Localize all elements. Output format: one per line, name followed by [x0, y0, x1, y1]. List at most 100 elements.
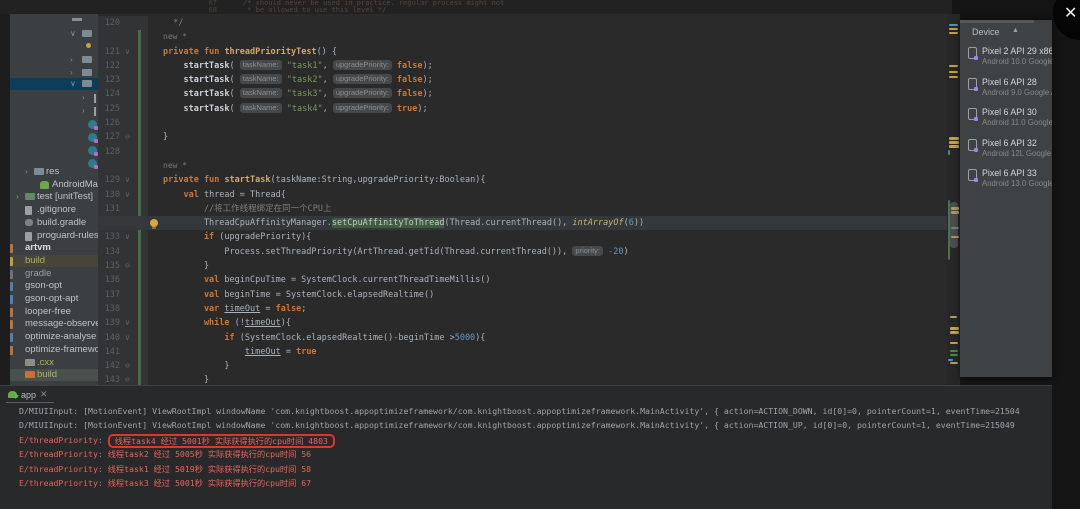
line-number: 121 [98, 45, 120, 59]
fold-expanded-icon[interactable]: ∨ [125, 230, 130, 244]
code-line[interactable]: while (!timeOut){ [163, 316, 947, 330]
code-editor[interactable]: 120121∨122123124125126127⊖128129∨130∨131… [98, 14, 947, 385]
chevron-right-icon[interactable]: › [82, 93, 85, 103]
chevron-right-icon[interactable]: › [25, 167, 28, 177]
tree-item-test-unittest-[interactable]: ›test [unitTest] [10, 191, 98, 203]
line-number: 137 [98, 288, 120, 302]
tree-row[interactable] [10, 131, 98, 143]
console-tab-app[interactable]: app ✕ [8, 388, 48, 401]
tree-item-res[interactable]: ›res [10, 166, 98, 178]
code-line[interactable]: Process.setThreadPriority(ArtThread.getT… [163, 245, 947, 259]
fold-collapse-icon[interactable]: ⊖ [125, 259, 130, 273]
tree-row[interactable]: › [10, 105, 98, 117]
chevron-down-icon[interactable]: ∨ [70, 29, 76, 39]
chevron-right-icon[interactable]: › [82, 106, 85, 116]
code-line[interactable]: } [163, 373, 947, 385]
tree-row[interactable] [10, 41, 98, 53]
tree-item-gson-opt-apt[interactable]: gson-opt-apt [10, 293, 98, 305]
device-item-pixel-2-api-29-x86-64[interactable]: Pixel 2 API 29 x86_64Android 10.0 Google… [960, 46, 1052, 74]
code-line[interactable]: val beginCpuTime = SystemClock.currentTh… [163, 273, 947, 287]
tree-row[interactable] [10, 118, 98, 130]
sort-ascending-icon[interactable]: ▲ [1012, 27, 1019, 34]
tree-row[interactable]: › [10, 92, 98, 104]
fold-collapse-icon[interactable]: ⊖ [125, 359, 130, 373]
tree-item-optimize-analyse[interactable]: optimize-analyse [10, 331, 98, 343]
code-line[interactable]: var timeOut = false; [163, 302, 947, 316]
fold-expanded-icon[interactable]: ∨ [125, 45, 130, 59]
device-column-header[interactable]: Device [972, 27, 1000, 37]
code-line[interactable]: timeOut = true [163, 345, 947, 359]
tree-item-build[interactable]: build [10, 369, 98, 381]
code-token: false [392, 89, 423, 99]
tree-item-gson-opt[interactable]: gson-opt [10, 280, 98, 292]
chevron-right-icon[interactable]: › [16, 192, 19, 202]
code-line[interactable]: startTask( taskName: "task1", upgradePri… [163, 59, 947, 73]
editor-code-area[interactable]: */new *private fun threadPriorityTest() … [148, 16, 947, 385]
scrollbar-thumb[interactable] [950, 202, 958, 248]
code-line[interactable]: //将工作线程绑定在同一个CPU上 [163, 202, 947, 216]
code-line[interactable]: } [163, 359, 947, 373]
chevron-right-icon[interactable]: › [70, 55, 73, 65]
chevron-down-icon[interactable]: ∨ [70, 79, 76, 89]
code-line[interactable]: val beginTime = SystemClock.elapsedRealt… [163, 288, 947, 302]
code-token: "task4" [282, 104, 323, 114]
code-line[interactable]: ThreadCpuAffinityManager.setCpuAffinityT… [163, 216, 947, 230]
fold-expanded-icon[interactable]: ∨ [125, 173, 130, 187]
fold-collapse-icon[interactable]: ⊖ [125, 373, 130, 385]
device-item-pixel-6-api-33[interactable]: Pixel 6 API 33Android 13.0 Google APIs [960, 168, 1052, 196]
tree-item-build[interactable]: build [10, 255, 98, 267]
inlay-row[interactable]: new * [163, 159, 947, 173]
log-tag: E/threadPriority: [19, 464, 108, 474]
code-line[interactable]: startTask( taskName: "task2", upgradePri… [163, 73, 947, 87]
code-line[interactable]: val thread = Thread{ [163, 188, 947, 202]
stripe-mark [949, 145, 959, 148]
error-stripe-scrollbar[interactable] [947, 14, 960, 385]
code-line[interactable]: private fun startTask(taskName:String,up… [163, 173, 947, 187]
device-item-pixel-6-api-30[interactable]: Pixel 6 API 30Android 11.0 Google APIs [960, 107, 1052, 135]
tree-item--gitignore[interactable]: .gitignore [10, 204, 98, 216]
code-line[interactable]: startTask( taskName: "task3", upgradePri… [163, 87, 947, 101]
line-number: 138 [98, 302, 120, 316]
fold-expanded-icon[interactable]: ∨ [125, 331, 130, 345]
tree-row[interactable]: › [10, 54, 98, 66]
tree-item-optimize-framework[interactable]: optimize-framework [10, 344, 98, 356]
tree-item-artvm[interactable]: artvm [10, 242, 98, 254]
tab-close-icon[interactable]: ✕ [40, 389, 48, 400]
tree-item-androidmanifest-xml[interactable]: AndroidManifest.xml [10, 179, 98, 191]
code-line[interactable]: } [163, 259, 947, 273]
tree-row[interactable] [10, 144, 98, 156]
tree-item-gradle[interactable]: gradle [10, 268, 98, 280]
code-line[interactable]: private fun threadPriorityTest() { [163, 45, 947, 59]
logcat-console: app ✕ D/MIUIInput: [MotionEvent] ViewRoo… [0, 385, 1052, 509]
vcs-change-bar [138, 345, 141, 359]
code-token: beginTime = SystemClock.elapsedRealtime(… [224, 290, 434, 300]
vcs-change-bar [138, 202, 141, 216]
inlay-row[interactable]: new * [163, 30, 947, 44]
code-line[interactable]: } [163, 130, 947, 144]
tree-row[interactable]: ∨ [10, 78, 98, 90]
fold-collapse-icon[interactable]: ⊖ [125, 130, 130, 144]
code-line[interactable]: if (SystemClock.elapsedRealtime()-beginT… [163, 331, 947, 345]
tree-row[interactable] [10, 16, 98, 28]
code-line[interactable]: if (upgradePriority){ [163, 230, 947, 244]
code-line[interactable]: startTask( taskName: "task4", upgradePri… [163, 102, 947, 116]
fold-expanded-icon[interactable]: ∨ [125, 188, 130, 202]
tree-item--cxx[interactable]: .cxx [10, 357, 98, 369]
code-line[interactable]: */ [163, 16, 947, 30]
chevron-right-icon[interactable]: › [70, 68, 73, 78]
device-item-pixel-6-api-28[interactable]: Pixel 6 API 28Android 9.0 Google APIs [960, 77, 1052, 105]
fold-expanded-icon[interactable]: ∨ [125, 316, 130, 330]
tree-row[interactable]: ∨ [10, 28, 98, 40]
tree-item-message-observer[interactable]: message-observer [10, 318, 98, 330]
tree-item-build-gradle[interactable]: build.gradle [10, 217, 98, 229]
device-item-pixel-6-api-32[interactable]: Pixel 6 API 32Android 12L Google APIs [960, 138, 1052, 166]
tree-item-proguard-rules-pro[interactable]: proguard-rules.pro [10, 230, 98, 242]
code-line[interactable] [163, 145, 947, 159]
close-button[interactable]: ✕ [1053, 0, 1080, 40]
tree-item-looper-free[interactable]: looper-free [10, 306, 98, 318]
code-token: ThreadCpuAffinityManager. [163, 218, 332, 228]
line-number: 141 [98, 345, 120, 359]
device-name: Pixel 6 API 28 [982, 77, 1037, 87]
stripe-mark [950, 316, 957, 318]
code-line[interactable] [163, 116, 947, 130]
